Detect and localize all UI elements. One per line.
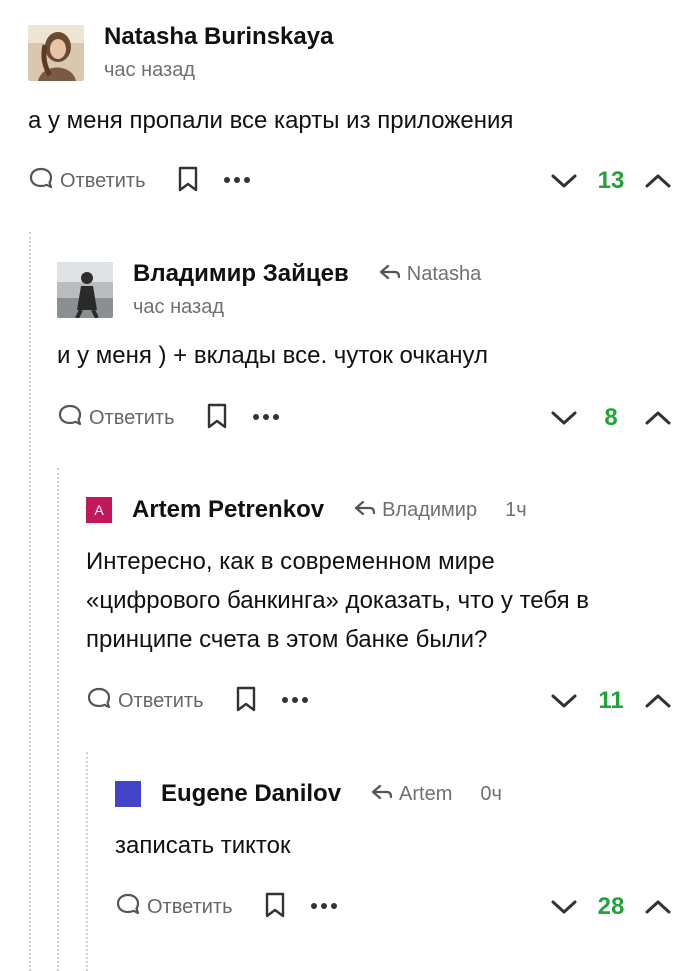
reply-to-link[interactable]: Artem	[371, 783, 452, 806]
vote-controls: 28	[550, 890, 672, 924]
comment-text: Интересно, как в современном мире «цифро…	[86, 542, 589, 659]
speech-bubble-icon	[115, 892, 141, 922]
chevron-down-icon[interactable]	[550, 692, 578, 710]
bookmark-icon	[234, 685, 258, 718]
author-name[interactable]: Natasha Burinskaya	[104, 23, 333, 51]
reply-label: Ответить	[147, 895, 233, 918]
comment: Natasha Burinskaya час назад а у меня пр…	[28, 23, 672, 215]
speech-bubble-icon	[57, 403, 83, 433]
reply-button[interactable]: Ответить	[86, 686, 204, 716]
author-name[interactable]: Eugene Danilov	[161, 780, 341, 808]
comment-text-line: а у меня пропали все карты из приложения	[28, 107, 514, 134]
vote-controls: 13	[550, 164, 672, 198]
avatar[interactable]: A	[86, 497, 112, 523]
comment-header: A Artem Petrenkov Владимир 1ч	[86, 493, 527, 527]
more-button[interactable]	[222, 172, 252, 190]
more-button[interactable]	[309, 898, 339, 916]
comment-time: 1ч	[505, 498, 527, 521]
comment-time: 0ч	[480, 782, 502, 805]
reply-to-name: Владимир	[382, 498, 478, 521]
comment-actions: Ответить 13	[28, 164, 672, 198]
score: 28	[597, 893, 625, 920]
comment-text-line: и у меня ) + вклады все. чуток очканул	[57, 342, 488, 369]
author-name[interactable]: Artem Petrenkov	[132, 496, 324, 524]
reply-label: Ответить	[89, 406, 175, 429]
comment-actions: Ответить 11	[86, 684, 672, 718]
more-dots-icon	[251, 409, 281, 427]
avatar[interactable]	[57, 261, 113, 318]
thread-line-level-3	[86, 752, 88, 971]
bookmark-button[interactable]	[205, 402, 229, 435]
comment: A Artem Petrenkov Владимир 1ч Интересно,…	[86, 493, 672, 723]
comment: Eugene Danilov Artem 0ч записать тикток …	[115, 777, 672, 937]
reply-to-link[interactable]: Владимир	[354, 499, 477, 522]
comment-text-line: записать тикток	[115, 832, 291, 859]
bookmark-button[interactable]	[234, 685, 258, 718]
reply-to-name: Artem	[399, 782, 453, 805]
chevron-up-icon[interactable]	[644, 898, 672, 916]
vote-controls: 8	[550, 401, 672, 435]
chevron-down-icon[interactable]	[550, 172, 578, 190]
score: 11	[598, 687, 624, 714]
speech-bubble-icon	[86, 686, 112, 716]
speech-bubble-icon	[28, 166, 54, 196]
chevron-up-icon[interactable]	[644, 692, 672, 710]
reply-arrow-icon	[371, 783, 393, 806]
chevron-up-icon[interactable]	[644, 409, 672, 427]
bookmark-button[interactable]	[263, 891, 287, 924]
reply-arrow-icon	[354, 499, 376, 522]
comment-actions: Ответить 28	[115, 890, 672, 924]
comment: Владимир Зайцев Natasha час назад и у ме…	[57, 260, 672, 440]
comment-actions: Ответить 8	[57, 401, 672, 435]
chevron-up-icon[interactable]	[644, 172, 672, 190]
author-name[interactable]: Владимир Зайцев	[133, 260, 349, 288]
comment-header: Natasha Burinskaya час назад	[28, 23, 333, 82]
more-button[interactable]	[251, 409, 281, 427]
reply-label: Ответить	[60, 169, 146, 192]
more-dots-icon	[280, 692, 310, 710]
bookmark-icon	[176, 165, 200, 198]
comment-time: час назад	[133, 296, 225, 318]
score: 8	[604, 404, 618, 431]
comment-text-line: Интересно, как в современном мире	[86, 548, 495, 575]
reply-button[interactable]: Ответить	[115, 892, 233, 922]
comment-header: Eugene Danilov Artem 0ч	[115, 777, 502, 811]
avatar-letter: A	[94, 502, 104, 518]
comment-text-line: принципе счета в этом банке были?	[86, 626, 488, 653]
reply-label: Ответить	[118, 689, 204, 712]
avatar[interactable]	[28, 24, 84, 81]
vote-controls: 11	[550, 684, 672, 718]
reply-arrow-icon	[379, 263, 401, 286]
thread-line-level-1	[29, 232, 31, 971]
comment-text-line: «цифрового банкинга» доказать, что у теб…	[86, 587, 590, 614]
comment-text: записать тикток	[115, 826, 290, 865]
bookmark-button[interactable]	[176, 165, 200, 198]
reply-button[interactable]: Ответить	[28, 166, 146, 196]
more-button[interactable]	[280, 692, 310, 710]
reply-to-name: Natasha	[406, 262, 482, 285]
chevron-down-icon[interactable]	[550, 409, 578, 427]
comment-text: а у меня пропали все карты из приложения	[28, 101, 513, 140]
comment-time: час назад	[104, 59, 196, 81]
avatar[interactable]	[115, 781, 141, 807]
more-dots-icon	[309, 898, 339, 916]
reply-button[interactable]: Ответить	[57, 403, 175, 433]
comment-text: и у меня ) + вклады все. чуток очканул	[57, 336, 488, 375]
thread-line-level-2	[57, 468, 59, 971]
comment-header: Владимир Зайцев Natasha час назад	[57, 260, 481, 319]
bookmark-icon	[205, 402, 229, 435]
reply-to-link[interactable]: Natasha	[379, 262, 482, 286]
bookmark-icon	[263, 891, 287, 924]
chevron-down-icon[interactable]	[550, 898, 578, 916]
score: 13	[597, 167, 625, 194]
more-dots-icon	[222, 172, 252, 190]
